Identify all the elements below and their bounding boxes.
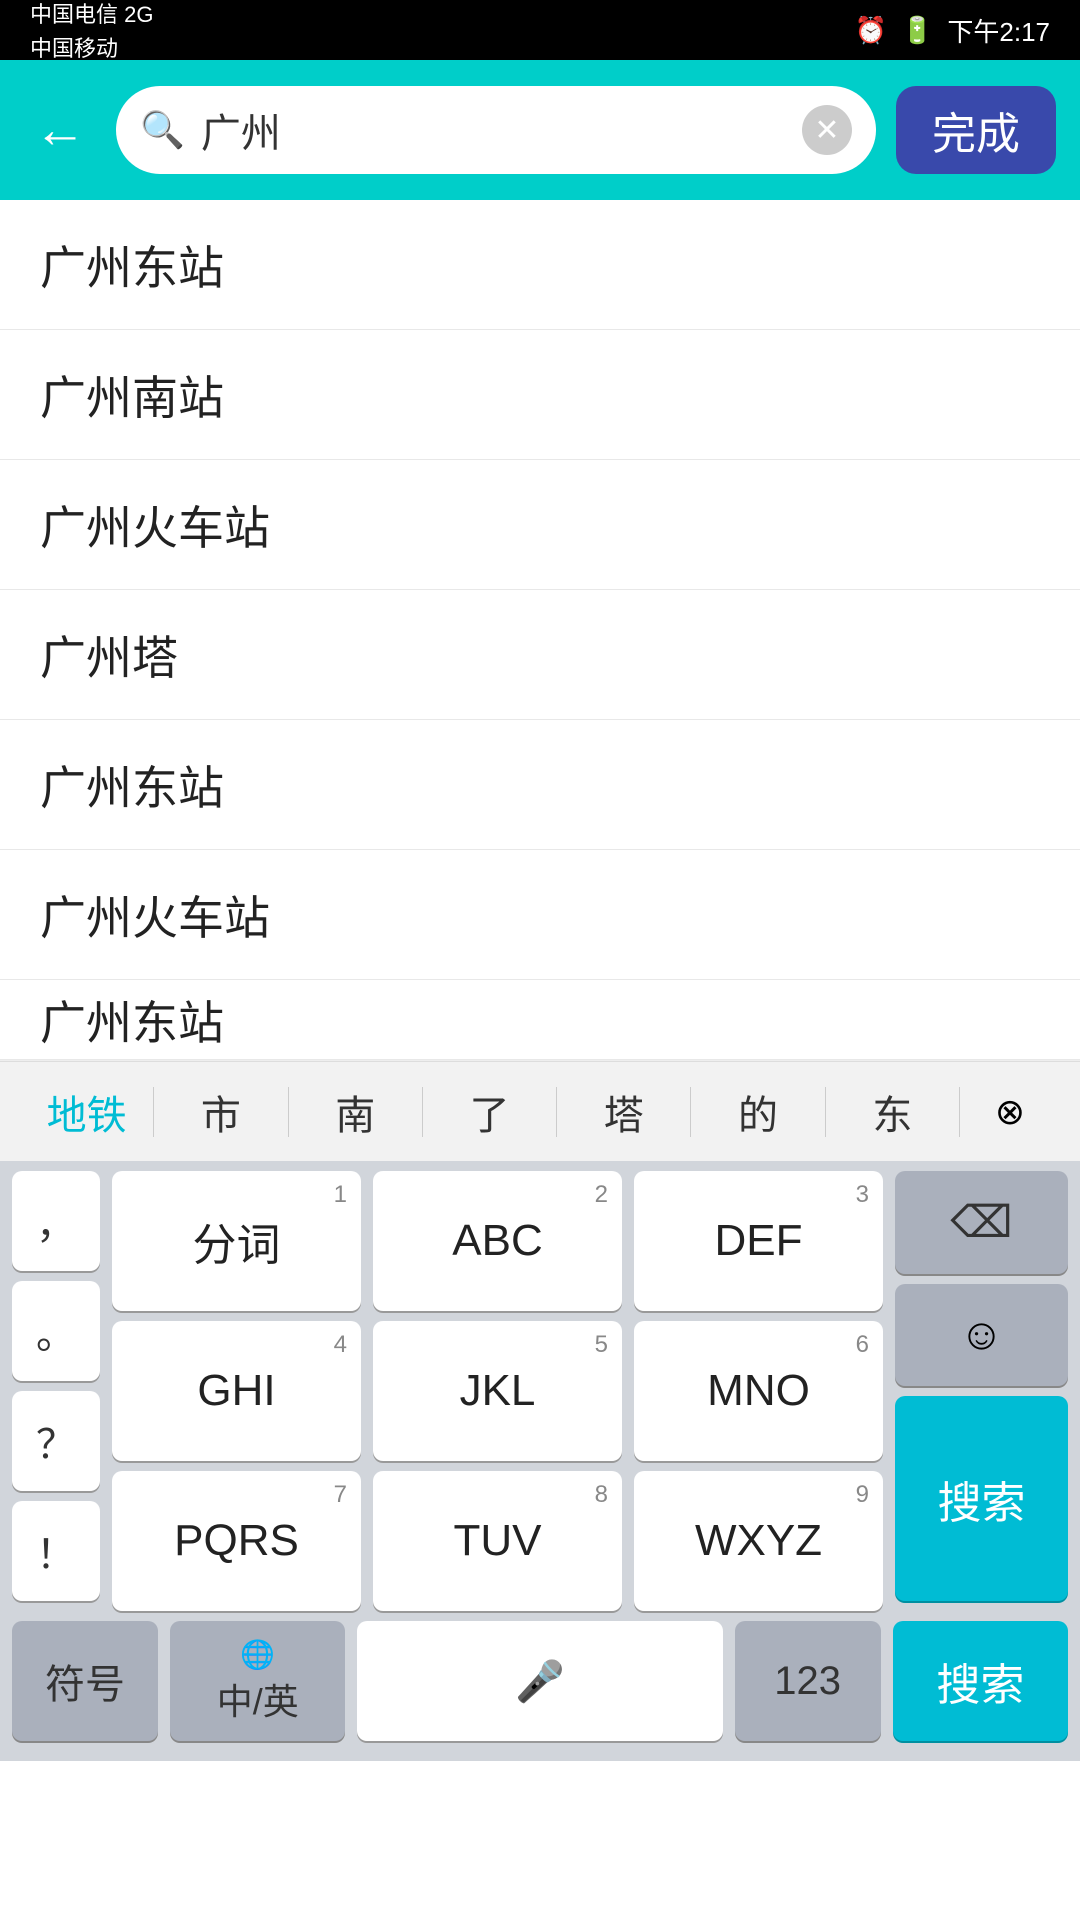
done-button[interactable]: 完成 <box>896 86 1056 174</box>
key-8[interactable]: 8 TUV <box>373 1471 622 1611</box>
key-num-9: 9 <box>856 1481 869 1509</box>
emoji-button[interactable]: ☺ <box>895 1284 1068 1387</box>
key-row-3: 7 PQRS 8 TUV 9 WXYZ <box>100 1461 895 1611</box>
key-5[interactable]: 5 JKL <box>373 1321 622 1461</box>
ime-delete-button[interactable]: ⊗ <box>960 1091 1060 1133</box>
key-1[interactable]: 1 分词 <box>112 1171 361 1311</box>
key-2[interactable]: 2 ABC <box>373 1171 622 1311</box>
back-button[interactable]: ← <box>24 94 96 166</box>
symbol-key[interactable]: 符号 <box>12 1621 158 1741</box>
key-num-2: 2 <box>595 1181 608 1209</box>
mic-icon: 🎤 <box>515 1658 565 1705</box>
suggestion-item[interactable]: 广州东站 <box>0 200 1080 330</box>
status-bar: 中国电信 2G 中国移动 ⏰ 🔋 下午2:17 <box>0 0 1080 60</box>
key-4[interactable]: 4 GHI <box>112 1321 361 1461</box>
key-exclaim[interactable]: ！ <box>12 1501 100 1601</box>
key-label-mno: MNO <box>707 1366 810 1416</box>
key-label-tuv: TUV <box>454 1516 542 1566</box>
key-label-fenci: 分词 <box>193 1209 281 1273</box>
ime-suggest-item-1[interactable]: 市 <box>154 1062 287 1161</box>
keyboard-grid: ， 。 ？ ！ 1 分词 2 ABC 3 DEF <box>0 1161 1080 1611</box>
keyboard-bottom-row: 符号 🌐 中/英 🎤 123 搜索 <box>0 1611 1080 1761</box>
suggestion-item[interactable]: 广州火车站 <box>0 460 1080 590</box>
ime-suggestion-bar: 地铁 市 南 了 塔 的 东 ⊗ <box>0 1061 1080 1161</box>
key-num-6: 6 <box>856 1331 869 1359</box>
keyboard: ， 。 ？ ！ 1 分词 2 ABC 3 DEF <box>0 1161 1080 1761</box>
suggestion-item-partial[interactable]: 广州东站 <box>0 980 1080 1060</box>
suggestions-list: 广州东站 广州南站 广州火车站 广州塔 广州东站 广州火车站 广州东站 <box>0 200 1080 1061</box>
key-label-abc: ABC <box>452 1216 542 1266</box>
search-icon: 🔍 <box>140 109 185 151</box>
key-period[interactable]: 。 <box>12 1281 100 1381</box>
num-key[interactable]: 123 <box>735 1621 881 1741</box>
carrier-info: 中国电信 2G 中国移动 <box>30 0 153 63</box>
search-button[interactable]: 搜索 <box>895 1396 1068 1601</box>
carrier2-label: 中国移动 <box>30 31 153 63</box>
key-6[interactable]: 6 MNO <box>634 1321 883 1461</box>
time-label: 下午2:17 <box>947 12 1050 49</box>
key-row-1: 1 分词 2 ABC 3 DEF <box>100 1161 895 1311</box>
lang-label: 中/英 <box>217 1673 299 1725</box>
suggestion-item[interactable]: 广州火车站 <box>0 850 1080 980</box>
key-row-2: 4 GHI 5 JKL 6 MNO <box>100 1311 895 1461</box>
space-key[interactable]: 🎤 <box>357 1621 722 1741</box>
ime-suggest-item-0[interactable]: 地铁 <box>20 1062 153 1161</box>
keyboard-left-col: ， 。 ？ ！ <box>0 1161 100 1611</box>
key-question[interactable]: ？ <box>12 1391 100 1491</box>
globe-icon: 🌐 <box>240 1638 275 1671</box>
key-num-7: 7 <box>334 1481 347 1509</box>
keyboard-center: 1 分词 2 ABC 3 DEF 4 GHI 5 <box>100 1161 895 1611</box>
ime-suggest-item-5[interactable]: 的 <box>691 1062 824 1161</box>
ime-suggest-item-2[interactable]: 南 <box>289 1062 422 1161</box>
status-right: ⏰ 🔋 下午2:17 <box>855 12 1050 49</box>
key-num-4: 4 <box>334 1331 347 1359</box>
key-3[interactable]: 3 DEF <box>634 1171 883 1311</box>
search-box[interactable]: 🔍 广州 ✕ <box>116 86 876 174</box>
header: ← 🔍 广州 ✕ 完成 <box>0 60 1080 200</box>
backspace-button[interactable]: ⌫ <box>895 1171 1068 1274</box>
ime-suggest-item-4[interactable]: 塔 <box>557 1062 690 1161</box>
suggestion-item[interactable]: 广州南站 <box>0 330 1080 460</box>
key-num-5: 5 <box>595 1331 608 1359</box>
key-7[interactable]: 7 PQRS <box>112 1471 361 1611</box>
key-label-pqrs: PQRS <box>174 1516 299 1566</box>
suggestion-item[interactable]: 广州东站 <box>0 720 1080 850</box>
key-num-8: 8 <box>595 1481 608 1509</box>
carrier1-label: 中国电信 2G <box>30 0 153 29</box>
clear-button[interactable]: ✕ <box>802 105 852 155</box>
battery-icon: 🔋 <box>901 15 933 46</box>
suggestion-item[interactable]: 广州塔 <box>0 590 1080 720</box>
key-label-wxyz: WXYZ <box>695 1516 822 1566</box>
key-label-jkl: JKL <box>460 1366 536 1416</box>
key-comma[interactable]: ， <box>12 1171 100 1271</box>
key-9[interactable]: 9 WXYZ <box>634 1471 883 1611</box>
ime-suggest-item-6[interactable]: 东 <box>826 1062 959 1161</box>
keyboard-right-col: ⌫ ☺ 搜索 <box>895 1161 1080 1611</box>
search-bottom-button[interactable]: 搜索 <box>893 1621 1068 1741</box>
key-label-def: DEF <box>715 1216 803 1266</box>
key-num-1: 1 <box>334 1181 347 1209</box>
key-num-3: 3 <box>856 1181 869 1209</box>
key-label-ghi: GHI <box>197 1366 275 1416</box>
alarm-icon: ⏰ <box>855 15 887 46</box>
lang-key[interactable]: 🌐 中/英 <box>170 1621 345 1741</box>
ime-suggest-item-3[interactable]: 了 <box>423 1062 556 1161</box>
search-input[interactable]: 广州 <box>201 101 786 159</box>
